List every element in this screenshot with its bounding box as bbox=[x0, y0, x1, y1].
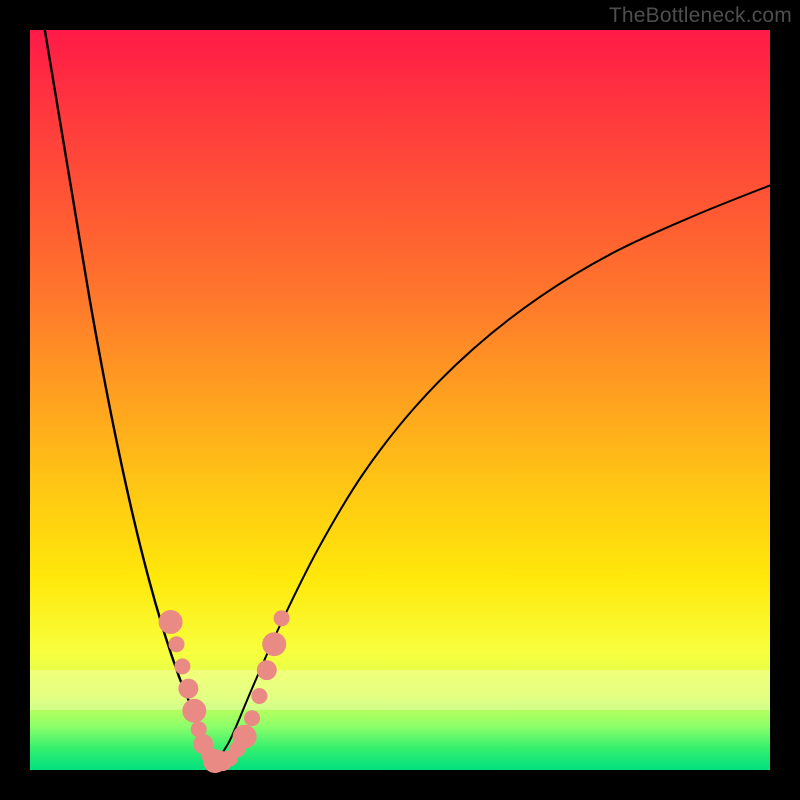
watermark-text: TheBottleneck.com bbox=[609, 4, 792, 28]
bead-marker bbox=[251, 688, 267, 704]
bead-marker bbox=[244, 710, 260, 726]
curve-group bbox=[45, 30, 770, 763]
bead-marker bbox=[262, 632, 286, 656]
plot-area bbox=[30, 30, 770, 770]
curve-left-arm bbox=[45, 30, 215, 763]
bead-marker bbox=[182, 699, 206, 723]
chart-frame: TheBottleneck.com bbox=[0, 0, 800, 800]
bead-marker bbox=[159, 610, 183, 634]
bead-marker bbox=[174, 658, 190, 674]
curve-layer bbox=[30, 30, 770, 770]
bead-marker bbox=[178, 679, 198, 699]
bead-marker bbox=[274, 610, 290, 626]
curve-right-arm bbox=[215, 185, 770, 762]
bead-marker bbox=[257, 660, 277, 680]
bead-marker bbox=[233, 725, 257, 749]
bead-marker bbox=[169, 636, 185, 652]
